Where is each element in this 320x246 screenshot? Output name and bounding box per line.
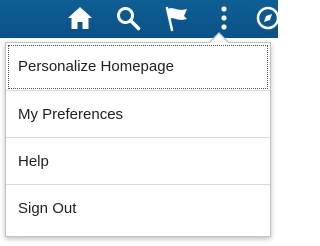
menu-item-help[interactable]: Help (6, 138, 270, 185)
menu-item-sign-out[interactable]: Sign Out (6, 185, 270, 232)
flag-icon[interactable] (163, 4, 191, 32)
navbar-compass-icon[interactable] (254, 4, 282, 32)
menu-caret (210, 34, 228, 43)
more-vertical-icon[interactable] (210, 4, 238, 32)
menu-item-my-preferences[interactable]: My Preferences (6, 91, 270, 138)
actions-dropdown-menu: Personalize Homepage My Preferences Help… (5, 42, 271, 237)
home-icon[interactable] (66, 4, 94, 32)
header-toolbar (0, 0, 280, 38)
search-icon[interactable] (114, 4, 142, 32)
menu-item-personalize-homepage[interactable]: Personalize Homepage (6, 43, 270, 91)
